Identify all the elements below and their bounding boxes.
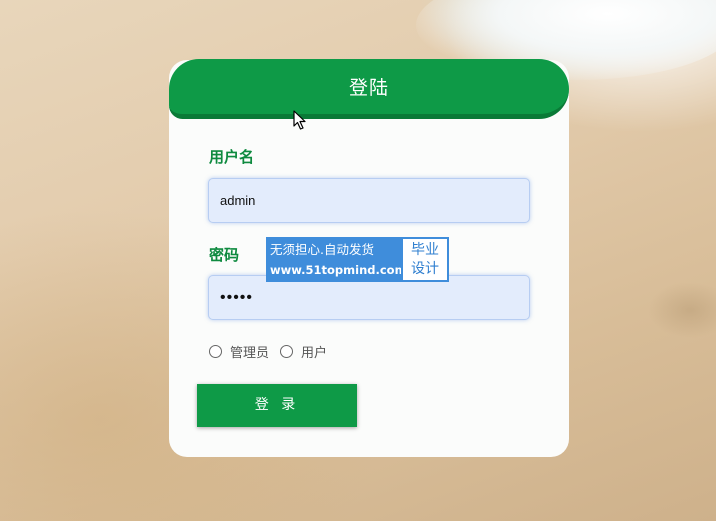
username-input[interactable]: admin xyxy=(208,178,530,223)
role-user-radio[interactable] xyxy=(280,344,294,358)
watermark: 无须担心.自动发货 www.51topmind.com 毕业 设计 xyxy=(266,237,449,282)
mouse-pointer-icon xyxy=(293,110,306,130)
login-header: 登陆 xyxy=(169,59,569,119)
watermark-badge: 毕业 设计 xyxy=(401,237,449,282)
watermark-line2: www.51topmind.com xyxy=(270,263,407,277)
role-admin-radio[interactable] xyxy=(209,344,222,358)
watermark-badge-line2: 设计 xyxy=(411,261,439,277)
login-button[interactable]: 登 录 xyxy=(197,384,357,427)
role-selector: 管理员 用户 xyxy=(209,342,338,361)
username-label: 用户名 xyxy=(209,148,255,166)
role-admin-label[interactable]: 管理员 xyxy=(230,342,269,361)
password-label: 密码 xyxy=(209,246,240,264)
role-user-label[interactable]: 用户 xyxy=(301,342,327,361)
watermark-text: 无须担心.自动发货 www.51topmind.com xyxy=(266,237,407,282)
watermark-badge-line1: 毕业 xyxy=(411,242,439,258)
login-title: 登陆 xyxy=(348,77,389,99)
watermark-line1: 无须担心.自动发货 xyxy=(270,242,374,257)
